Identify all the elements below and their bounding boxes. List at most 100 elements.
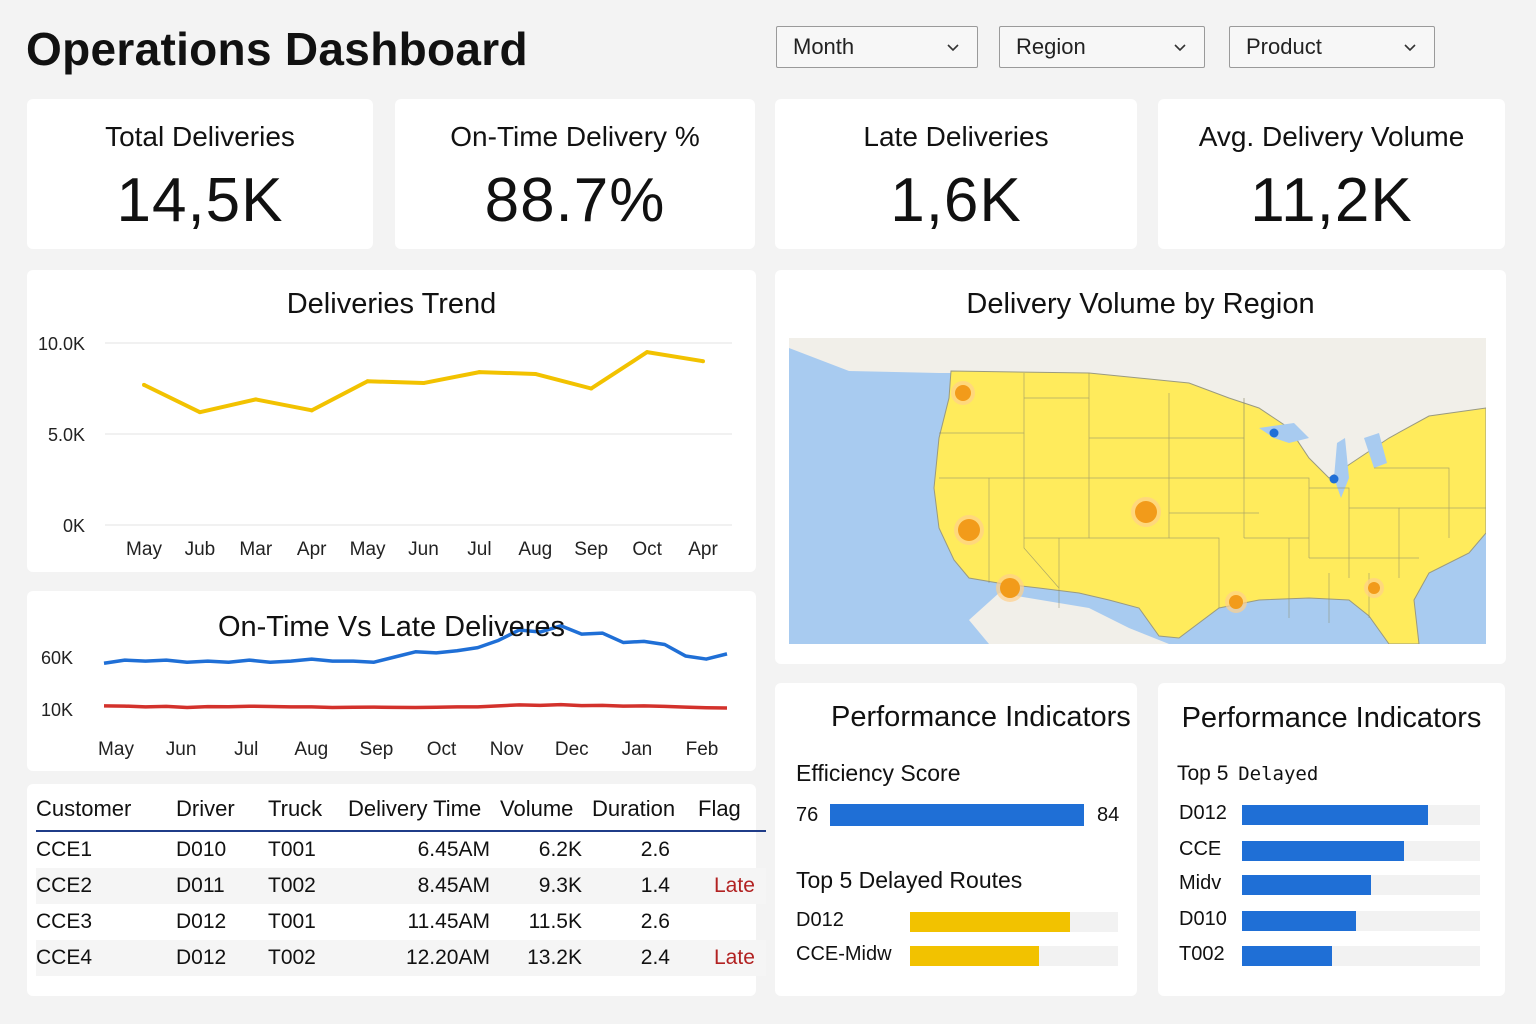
bar-fill[interactable] [1242,946,1333,966]
deliveries-table-card[interactable]: Customer Driver Truck Delivery Time Volu… [27,784,766,996]
late-series-line[interactable] [103,702,728,710]
bar-track [1242,875,1480,895]
table-cell [698,831,766,868]
x-tick-label: Jun [166,739,197,760]
map-marker-orange[interactable] [958,519,980,541]
x-tick-label: Apr [297,539,327,560]
kpi-value: 1,6K [890,166,1022,235]
table-cell: T002 [268,868,348,904]
bar-label: T002 [1179,943,1225,965]
table-row[interactable]: CCE2 D011 T002 8.45AM 9.3K 1.4 Late [36,868,766,904]
table-cell: CCE3 [36,910,93,933]
card-title: Performance Indicators [1181,702,1482,734]
deliveries-table: Customer Driver Truck Delivery Time Volu… [36,788,766,976]
table-cell: Late [698,940,766,976]
performance-indicators-card-1[interactable]: Performance Indicators Efficiency Score … [775,683,1137,996]
x-tick-label: Apr [688,539,718,560]
kpi-card-on-time-pct[interactable]: On-Time Delivery % 88.7% [395,99,755,249]
x-tick-label: Feb [686,739,719,760]
delivery-volume-map-card[interactable]: Delivery Volume by Region [775,270,1506,664]
column-header[interactable]: Delivery Time [348,788,500,832]
bar-fill[interactable] [910,946,1039,966]
kpi-card-total-deliveries[interactable]: Total Deliveries 14,5K [27,99,373,249]
table-cell: 2.6 [640,910,670,933]
table-cell: 11.45AM [407,910,491,933]
y-tick-label: 10.0K [38,334,85,354]
bar-fill[interactable] [1242,875,1371,895]
trend-point[interactable] [421,381,426,386]
bar-track [910,946,1118,966]
column-header[interactable]: Customer [36,788,176,832]
trend-point[interactable] [589,386,594,391]
bar-fill[interactable] [1242,911,1357,931]
deliveries-trend-card[interactable]: Deliveries Trend 10.0K 5.0K 0K May Jub Mar Apr… [27,270,756,572]
table-cell: 9.3K [500,868,592,904]
table-cell: T001 [268,838,316,861]
map-marker-orange[interactable] [955,385,971,401]
trend-point[interactable] [477,370,482,375]
chart-title: On-Time Vs Late Deliveres [217,611,566,643]
x-tick-label: Dec [555,739,589,760]
column-header[interactable]: Truck [268,788,348,832]
bar-fill[interactable] [1242,841,1404,861]
table-row[interactable]: CCE1 D010 T001 6.45AM 6.2K 2.6 [36,831,766,868]
table-cell: 2.6 [640,838,670,861]
column-header[interactable]: Driver [176,788,268,832]
subtitle-part: Delayed [1238,763,1319,785]
column-header[interactable]: Volume [500,788,592,832]
table-cell: 8.45AM [348,868,500,904]
region-filter-label: Region [1016,34,1086,59]
map-marker-orange[interactable] [1229,595,1243,609]
column-header[interactable]: Duration [592,788,698,832]
trend-point[interactable] [142,382,146,387]
table-cell: CCE2 [36,868,176,904]
card-title: Performance Indicators [831,701,1131,733]
trend-point[interactable] [253,397,258,402]
efficiency-bar-fill [830,804,1084,826]
kpi-card-avg-delivery-volume[interactable]: Avg. Delivery Volume 11,2K [1158,99,1505,249]
trend-point[interactable] [197,410,202,415]
x-tick-label: May [126,539,162,560]
trend-point[interactable] [701,359,705,364]
map-marker-orange[interactable] [1135,501,1157,523]
x-tick-label: Nov [490,739,524,760]
table-cell: T001 [268,910,316,933]
kpi-label: Avg. Delivery Volume [1198,121,1465,152]
table-cell: 12.20AM [348,940,500,976]
us-region-map[interactable] [789,338,1486,644]
bar-label: Midv [1179,872,1222,894]
bar-fill[interactable] [910,912,1071,932]
top-delayed-subtitle: Top 5 Delayed [1177,762,1318,786]
column-header[interactable]: Flag [698,788,766,832]
map-marker-blue[interactable] [1269,428,1279,438]
trend-point[interactable] [533,371,538,376]
map-marker-blue[interactable] [1329,474,1339,484]
kpi-value: 88.7% [484,166,666,235]
x-tick-label: Mar [239,539,272,560]
bar-fill[interactable] [1242,805,1428,825]
kpi-label: On-Time Delivery % [450,121,700,152]
month-filter-dropdown[interactable]: Month [776,26,978,68]
trend-point[interactable] [645,350,650,355]
trend-point[interactable] [309,408,314,413]
on-time-vs-late-card[interactable]: 60K 10K May Jun Jul Aug Sep Oct Nov Dec Jan Feb On-… [27,591,756,771]
efficiency-max: 84 [1097,804,1120,826]
table-cell: 2.4 [592,940,698,976]
bar-track [1242,841,1480,861]
table-row[interactable]: CCE3 D012 T001 11.45AM 11.5K 2.6 [36,904,766,940]
performance-indicators-card-2[interactable]: Performance Indicators Top 5 Delayed D01… [1158,683,1505,996]
map-marker-orange[interactable] [1000,578,1020,598]
x-tick-label: Aug [294,739,328,760]
kpi-card-late-deliveries[interactable]: Late Deliveries 1,6K [775,99,1137,249]
table-cell: D011 [176,868,268,904]
chevron-down-icon [1174,44,1186,52]
map-marker-orange[interactable] [1368,582,1380,594]
region-filter-dropdown[interactable]: Region [999,26,1205,68]
table-row[interactable]: CCE4 D012 T002 12.20AM 13.2K 2.4 Late [36,940,766,976]
table-cell: 1.4 [592,868,698,904]
bar-label: D012 [1179,802,1227,824]
trend-point[interactable] [365,379,370,384]
table-cell: T002 [268,940,348,976]
x-tick-label: Jul [467,539,491,560]
product-filter-dropdown[interactable]: Product [1229,26,1435,68]
